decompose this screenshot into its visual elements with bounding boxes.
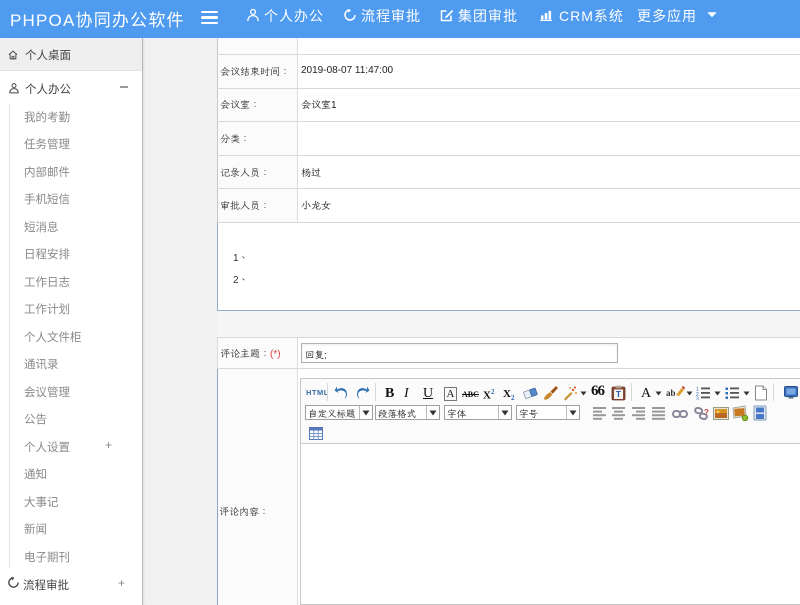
svg-text:T: T	[616, 390, 621, 399]
svg-text:3: 3	[696, 397, 699, 401]
svg-text:?: ?	[704, 408, 709, 417]
